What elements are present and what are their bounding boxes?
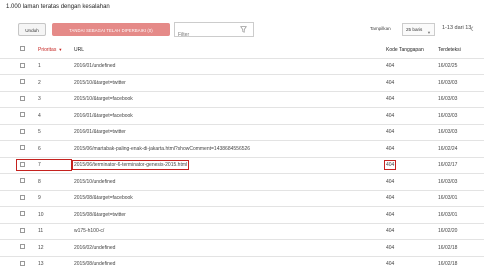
pagination-range: 1-13 dari 13 <box>442 25 472 31</box>
row-url[interactable]: 2015/08/&target=twitter <box>74 212 126 218</box>
header-priority[interactable]: Prioritas ▼ <box>38 42 74 58</box>
row-checkbox[interactable] <box>20 244 25 250</box>
row-detected-date: 16/03/03 <box>438 178 458 185</box>
row-response-code: 404 <box>386 178 395 185</box>
row-priority: 5 <box>38 129 41 136</box>
row-checkbox[interactable] <box>20 211 25 217</box>
row-response-code: 404 <box>386 195 395 202</box>
table-row[interactable]: 5 2016/01/&target=twitter 404 16/03/03 <box>0 124 484 141</box>
row-response-code: 404 <box>386 112 395 119</box>
table-row[interactable]: 11 w175-h100-c/404 16/02/20 <box>0 223 484 240</box>
row-url[interactable]: 2015/10/undefined <box>74 179 115 185</box>
row-checkbox[interactable] <box>20 62 25 68</box>
row-priority: 11 <box>38 228 44 235</box>
row-url[interactable]: w175-h100-c/ <box>74 228 104 234</box>
row-detected-date: 16/02/18 <box>438 261 458 268</box>
table-row[interactable]: 10 2015/08/&target=twitter 404 16/03/01 <box>0 206 484 224</box>
row-url[interactable]: 2015/06/martabak-paling-enak-di-jakarta.… <box>74 146 250 152</box>
table-row[interactable]: 4 2016/01/&target=facebook 404 16/03/03 <box>0 107 484 125</box>
row-detected-date: 16/03/03 <box>438 112 458 119</box>
row-url[interactable]: 2015/08/undefined <box>74 261 115 267</box>
row-url[interactable]: 2016/01/undefined <box>74 63 115 69</box>
row-detected-date: 16/02/20 <box>438 228 458 235</box>
header-detected[interactable]: Terdeteksi <box>438 42 484 58</box>
table-row[interactable]: 13 2015/08/undefined 404 16/02/18 <box>0 256 484 272</box>
row-checkbox[interactable] <box>20 178 25 184</box>
row-url[interactable]: 2016/01/&target=facebook <box>74 113 133 119</box>
row-priority: 8 <box>38 178 41 185</box>
row-detected-date: 16/02/25 <box>438 63 458 70</box>
table-row[interactable]: 8 2015/10/undefined 404 16/03/03 <box>0 173 484 191</box>
filter-input[interactable] <box>175 28 238 42</box>
select-all-checkbox[interactable] <box>20 46 25 52</box>
row-checkbox[interactable] <box>20 112 25 118</box>
table-row[interactable]: 7 2015/06/terminator-6-terminator-genesis… <box>0 157 484 174</box>
row-response-code: 404 <box>383 160 397 171</box>
row-detected-date: 16/03/03 <box>438 79 458 86</box>
row-response-code: 404 <box>386 244 395 251</box>
row-url[interactable]: 2015/10/&target=twitter <box>74 80 126 86</box>
row-checkbox[interactable] <box>20 194 25 200</box>
row-response-code: 404 <box>386 228 395 235</box>
row-priority: 2 <box>38 79 41 86</box>
row-response-code: 404 <box>386 96 395 103</box>
table-row[interactable]: 6 2015/06/martabak-paling-enak-di-jakarta… <box>0 140 484 158</box>
row-priority: 9 <box>38 195 41 202</box>
row-priority: 4 <box>38 112 41 119</box>
table-header-row: Prioritas ▼ URL Kode Tanggapan Terdeteksi <box>0 42 484 58</box>
row-detected-date: 16/03/01 <box>438 211 458 218</box>
row-url[interactable]: 2015/10/&target=facebook <box>74 96 133 102</box>
row-detected-date: 16/03/03 <box>438 96 458 103</box>
download-button[interactable]: Unduh <box>18 23 46 36</box>
row-response-code: 404 <box>386 211 395 218</box>
row-detected-date: 16/03/03 <box>438 129 458 136</box>
filter-icon[interactable] <box>240 26 247 33</box>
table-row[interactable]: 3 2015/10/&target=facebook 404 16/03/03 <box>0 91 484 108</box>
chevron-down-icon: ▼ <box>427 30 431 35</box>
row-url[interactable]: 2015/06/terminator-6-terminator-genesis-… <box>71 160 190 171</box>
row-detected-date: 16/03/01 <box>438 195 458 202</box>
row-url[interactable]: 2016/01/&target=twitter <box>74 129 126 135</box>
summary-text: 1.000 laman teratas dengan kesalahan <box>6 4 110 10</box>
row-checkbox[interactable] <box>20 145 25 151</box>
sort-down-icon: ▼ <box>58 46 63 52</box>
previous-page-icon[interactable]: ‹ <box>470 22 474 36</box>
row-response-code: 404 <box>386 145 395 152</box>
row-priority: 10 <box>38 211 44 218</box>
row-priority: 1 <box>38 63 41 70</box>
errors-table: Prioritas ▼ URL Kode Tanggapan Terdeteksi… <box>0 42 484 272</box>
row-detected-date: 16/02/18 <box>438 244 458 251</box>
header-priority-label: Prioritas <box>38 46 57 53</box>
filter-box[interactable] <box>174 22 254 42</box>
rows-per-page-value: 25 baris <box>406 27 423 32</box>
row-checkbox[interactable] <box>20 79 25 85</box>
row-priority: 12 <box>38 244 44 251</box>
row-checkbox[interactable] <box>20 95 25 101</box>
row-response-code: 404 <box>386 129 395 136</box>
row-checkbox[interactable] <box>20 128 25 134</box>
table-row[interactable]: 9 2015/08/&target=facebook 404 16/03/01 <box>0 190 484 207</box>
header-response-code[interactable]: Kode Tanggapan <box>386 42 438 58</box>
toolbar: Unduh TANDAI SEBAGAI TELAH DIPERBAIKI (0… <box>18 22 478 42</box>
row-url[interactable]: 2015/08/&target=facebook <box>74 195 133 201</box>
table-row[interactable]: 1 2016/01/undefined 404 16/02/25 <box>0 58 484 75</box>
row-response-code: 404 <box>386 79 395 86</box>
row-detected-date: 16/02/24 <box>438 145 458 152</box>
row-highlight-box <box>16 158 72 171</box>
header-url[interactable]: URL <box>74 42 386 58</box>
table-row[interactable]: 2 2015/10/&target=twitter 404 16/03/03 <box>0 74 484 92</box>
row-priority: 3 <box>38 96 41 103</box>
row-priority: 13 <box>38 261 44 268</box>
row-priority: 6 <box>38 145 41 152</box>
row-response-code: 404 <box>386 63 395 70</box>
row-checkbox[interactable] <box>20 260 25 266</box>
row-checkbox[interactable] <box>20 227 25 233</box>
rows-per-page-select[interactable]: 25 baris ▼ <box>402 23 435 36</box>
mark-as-fixed-button[interactable]: TANDAI SEBAGAI TELAH DIPERBAIKI (0) <box>52 23 170 36</box>
table-row[interactable]: 12 2016/02/undefined 404 16/02/18 <box>0 239 484 257</box>
rows-label: Tampilkan <box>370 26 391 31</box>
row-detected-date: 16/02/17 <box>438 162 458 169</box>
row-url[interactable]: 2016/02/undefined <box>74 245 115 251</box>
row-response-code: 404 <box>386 261 395 268</box>
